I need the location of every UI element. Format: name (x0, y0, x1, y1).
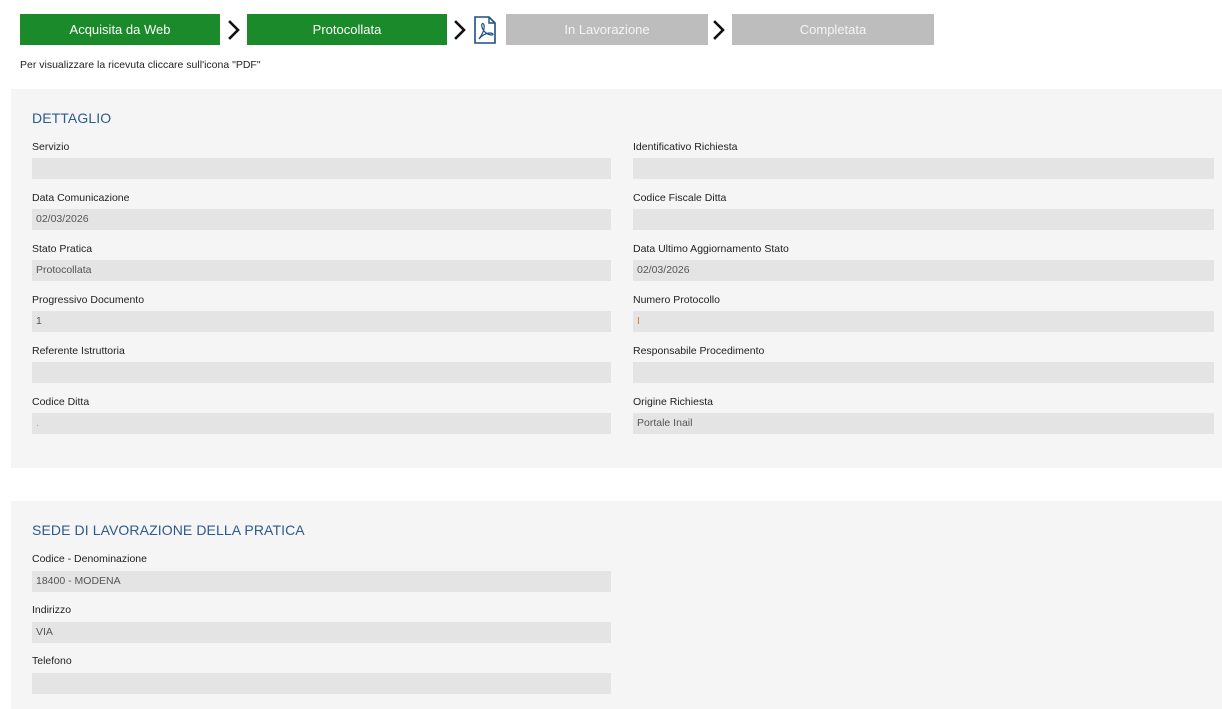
pdf-icon[interactable] (473, 16, 497, 44)
referente-istruttoria-label: Referente Istruttoria (32, 345, 125, 357)
data-comunicazione-label: Data Comunicazione (32, 192, 130, 204)
pdf-hint-text: Per visualizzare la ricevuta cliccare su… (20, 59, 261, 71)
progressivo-documento-field: 1 (32, 311, 611, 332)
codice-ditta-label: Codice Ditta (32, 396, 90, 408)
status-stepper: Acquisita da Web Protocollata In Lavoraz… (20, 14, 940, 45)
codice-ditta-field: . (32, 413, 611, 434)
numero-protocollo-field: I (633, 311, 1214, 332)
chevron-right-icon (223, 14, 245, 45)
indirizzo-label: Indirizzo (32, 604, 72, 616)
origine-richiesta-label: Origine Richiesta (633, 396, 713, 408)
step-acquisita-da-web: Acquisita da Web (20, 14, 220, 45)
data-comunicazione-field: 02/03/2026 (32, 209, 611, 230)
numero-protocollo-label: Numero Protocollo (633, 294, 720, 306)
step-completata: Completata (732, 14, 934, 45)
indirizzo-field: VIA (32, 622, 611, 643)
telefono-label: Telefono (32, 655, 72, 667)
identificativo-richiesta-label: Identificativo Richiesta (633, 141, 738, 153)
progressivo-documento-label: Progressivo Documento (32, 294, 145, 306)
stato-pratica-label: Stato Pratica (32, 243, 93, 255)
chevron-right-icon (708, 14, 730, 45)
dettaglio-title: DETTAGLIO (32, 110, 112, 126)
origine-richiesta-field: Portale Inail (633, 413, 1214, 434)
stato-pratica-field: Protocollata (32, 260, 611, 281)
referente-istruttoria-field (32, 362, 611, 383)
codice-denominazione-label: Codice - Denominazione (32, 553, 147, 565)
dettaglio-panel: DETTAGLIO Servizio Data Comunicazione 02… (11, 89, 1222, 468)
step-in-lavorazione: In Lavorazione (506, 14, 708, 45)
responsabile-procedimento-label: Responsabile Procedimento (633, 345, 765, 357)
sede-lavorazione-panel: SEDE DI LAVORAZIONE DELLA PRATICA Codice… (11, 501, 1222, 709)
codice-denominazione-field: 18400 - MODENA (32, 571, 611, 592)
identificativo-richiesta-field (633, 158, 1214, 179)
servizio-field (32, 158, 611, 179)
sede-title: SEDE DI LAVORAZIONE DELLA PRATICA (32, 522, 305, 538)
chevron-right-icon (449, 14, 471, 45)
data-ultimo-aggiornamento-field: 02/03/2026 (633, 260, 1214, 281)
responsabile-procedimento-field (633, 362, 1214, 383)
codice-fiscale-ditta-label: Codice Fiscale Ditta (633, 192, 727, 204)
codice-fiscale-ditta-field (633, 209, 1214, 230)
telefono-field (32, 673, 611, 694)
servizio-label: Servizio (32, 141, 70, 153)
data-ultimo-aggiornamento-label: Data Ultimo Aggiornamento Stato (633, 243, 789, 255)
step-protocollata: Protocollata (247, 14, 447, 45)
